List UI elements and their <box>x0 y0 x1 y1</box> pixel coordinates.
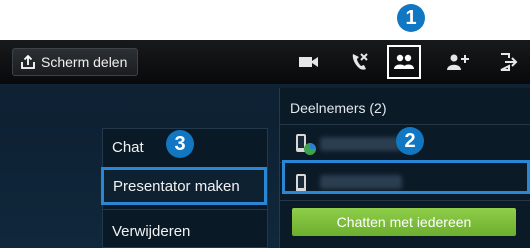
chat-with-everyone-button[interactable]: Chatten met iedereen <box>292 208 516 236</box>
exit-icon[interactable] <box>495 50 521 74</box>
menu-item-make-presenter[interactable]: Presentator maken <box>101 167 267 205</box>
share-screen-button[interactable]: Scherm delen <box>12 48 138 76</box>
phone-group-icon <box>296 134 316 155</box>
participant-name-blurred <box>320 137 402 151</box>
menu-item-remove[interactable]: Verwijderen <box>103 213 267 248</box>
video-camera-icon[interactable] <box>296 50 322 74</box>
end-call-icon[interactable] <box>346 50 372 74</box>
participants-header: Deelnemers (2) <box>290 100 387 116</box>
menu-divider <box>103 209 267 210</box>
share-upload-icon <box>21 54 35 69</box>
callout-badge-2: 2 <box>396 127 424 155</box>
callout-badge-3: 3 <box>166 130 194 158</box>
add-participant-icon[interactable] <box>445 50 471 74</box>
share-screen-label: Scherm delen <box>41 54 128 70</box>
callout-badge-1: 1 <box>397 4 425 32</box>
participants-icon[interactable] <box>387 45 421 79</box>
toolbar: Scherm delen <box>0 40 530 84</box>
selected-participant-highlight <box>282 160 530 194</box>
